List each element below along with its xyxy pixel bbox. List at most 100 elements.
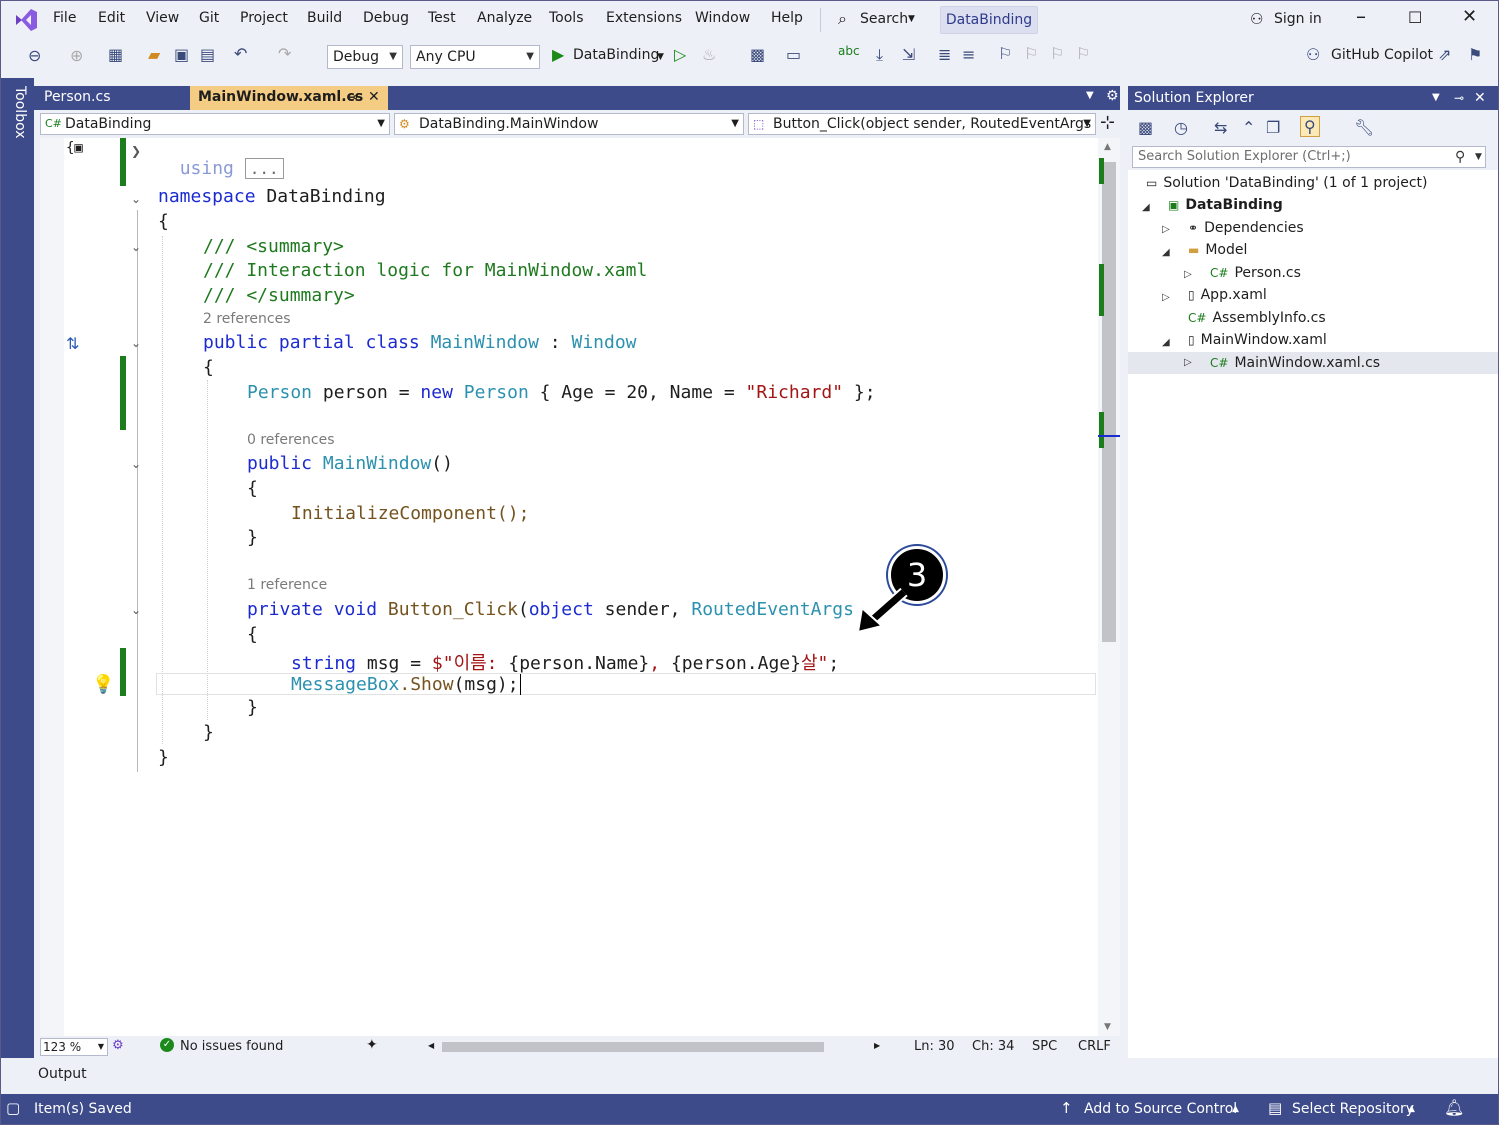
step-into-icon[interactable]: ⤓ bbox=[876, 45, 883, 65]
visual-studio-logo-icon[interactable] bbox=[12, 6, 40, 34]
horizontal-scrollbar-thumb[interactable] bbox=[442, 1042, 824, 1052]
feedback-icon[interactable]: ⚑ bbox=[1468, 45, 1482, 64]
menu-project[interactable]: Project bbox=[240, 10, 288, 26]
sign-in-link[interactable]: Sign in bbox=[1274, 11, 1322, 27]
menu-git[interactable]: Git bbox=[199, 10, 219, 26]
code-line[interactable]: } bbox=[158, 747, 169, 768]
open-folder-icon[interactable]: ▰ bbox=[148, 45, 160, 64]
implements-icon[interactable]: ⇅ bbox=[66, 334, 79, 353]
menu-extensions[interactable]: Extensions bbox=[606, 10, 682, 26]
new-project-icon[interactable]: ▦ bbox=[108, 45, 123, 64]
redo-icon[interactable]: ↷ bbox=[278, 44, 291, 63]
collapsed-region-marker[interactable]: ... bbox=[244, 158, 284, 179]
tree-item-project[interactable]: ▣ DataBinding bbox=[1168, 194, 1283, 216]
github-copilot-button[interactable]: GitHub Copilot bbox=[1331, 47, 1433, 63]
menu-view[interactable]: View bbox=[146, 10, 179, 26]
code-line-comment[interactable]: /// <summary> bbox=[203, 236, 344, 257]
solution-search-input[interactable]: Search Solution Explorer (Ctrl+;) ⚲ ▼ bbox=[1132, 146, 1486, 168]
collapse-chevron-icon[interactable]: ⌄ bbox=[131, 240, 141, 254]
code-line[interactable]: { bbox=[247, 478, 258, 499]
code-line[interactable]: { bbox=[247, 624, 258, 645]
properties-wrench-icon[interactable]: 🔧︎ bbox=[1354, 118, 1374, 137]
share-icon[interactable]: ⇗ bbox=[1438, 45, 1451, 64]
code-line-namespace[interactable]: namespace DataBinding bbox=[158, 186, 386, 207]
collapse-chevron-icon[interactable]: ⌄ bbox=[131, 603, 141, 617]
search-button[interactable]: ⌕ Search ▼ bbox=[832, 6, 928, 34]
output-window-icon[interactable]: ▢ bbox=[6, 1099, 20, 1117]
split-window-icon[interactable]: ⊹ bbox=[1100, 112, 1115, 133]
tree-item-dependencies[interactable]: ⚭ Dependencies bbox=[1188, 217, 1304, 239]
expanded-chevron-icon[interactable]: ◢ bbox=[1162, 337, 1170, 348]
solution-explorer-icon[interactable]: ▩ bbox=[750, 45, 765, 64]
chevron-down-icon[interactable]: ▼ bbox=[657, 52, 664, 62]
notifications-bell-icon[interactable]: 🔔︎ bbox=[1444, 1098, 1464, 1117]
code-map-icon[interactable]: {▣ bbox=[66, 140, 83, 156]
show-all-files-icon[interactable]: ❐ bbox=[1266, 118, 1280, 137]
platform-dropdown[interactable]: Any CPU ▼ bbox=[410, 45, 540, 69]
pin-icon[interactable]: ⊸ bbox=[348, 86, 358, 108]
hot-reload-icon[interactable]: ♨ bbox=[702, 45, 716, 64]
code-line[interactable]: } bbox=[247, 527, 258, 548]
close-window-icon[interactable]: ✕ bbox=[1462, 6, 1477, 27]
member-dropdown[interactable]: ⬚ Button_Click(object sender, RoutedEven… bbox=[748, 113, 1096, 135]
add-to-source-control-button[interactable]: Add to Source Control bbox=[1084, 1101, 1237, 1117]
start-without-debugging-icon[interactable]: ▷ bbox=[674, 45, 686, 64]
tree-item-app-xaml[interactable]: ▯ App.xaml bbox=[1188, 284, 1267, 306]
preview-selected-icon[interactable]: ⚲ bbox=[1300, 116, 1320, 137]
menu-window[interactable]: Window bbox=[695, 10, 750, 26]
spell-check-icon[interactable]: abc bbox=[838, 44, 860, 58]
zoom-dropdown[interactable]: 123 % ▼ bbox=[40, 1038, 108, 1056]
codelens-references[interactable]: 1 reference bbox=[247, 577, 327, 593]
menu-tools[interactable]: Tools bbox=[549, 10, 584, 26]
scroll-down-icon[interactable]: ▼ bbox=[1104, 1022, 1111, 1032]
sync-icon[interactable]: ⇆ bbox=[1214, 118, 1227, 137]
switch-views-icon[interactable]: ▩ bbox=[1138, 118, 1153, 137]
collapsed-chevron-icon[interactable]: ▷ bbox=[1162, 292, 1170, 303]
code-line-method[interactable]: private void Button_Click(object sender,… bbox=[247, 599, 854, 620]
save-icon[interactable]: ▣ bbox=[174, 45, 189, 64]
collapse-chevron-icon[interactable]: ⌄ bbox=[131, 336, 141, 350]
step-over-icon[interactable]: ⇲ bbox=[902, 45, 915, 64]
navigate-forward-icon[interactable]: ⊕ bbox=[70, 46, 83, 65]
issues-status[interactable]: No issues found bbox=[180, 1039, 283, 1054]
code-line-constructor[interactable]: public MainWindow() bbox=[247, 453, 453, 474]
right-arrow-icon[interactable]: ▶ bbox=[874, 1041, 880, 1050]
settings-gear-icon[interactable]: ⚙ bbox=[1106, 88, 1119, 104]
line-number[interactable]: Ln: 30 bbox=[914, 1039, 955, 1054]
start-target-label[interactable]: DataBinding bbox=[573, 47, 659, 63]
previous-bookmark-icon[interactable]: ⚐ bbox=[1024, 44, 1038, 63]
line-ending[interactable]: CRLF bbox=[1078, 1039, 1111, 1054]
tree-item-assemblyinfo[interactable]: C# AssemblyInfo.cs bbox=[1188, 307, 1326, 329]
pin-icon[interactable]: ⊸ bbox=[1454, 86, 1464, 110]
collapsed-chevron-icon[interactable]: ▷ bbox=[1184, 269, 1192, 280]
configuration-dropdown[interactable]: Debug ▼ bbox=[327, 45, 403, 69]
menu-build[interactable]: Build bbox=[307, 10, 342, 26]
collapse-chevron-icon[interactable]: ⌄ bbox=[131, 192, 141, 206]
tab-mainwindow-xaml-cs[interactable]: MainWindow.xaml.cs ⊸ ✕ bbox=[190, 86, 388, 110]
code-line[interactable]: { bbox=[158, 211, 169, 232]
code-line-field[interactable]: Person person = new Person { Age = 20, N… bbox=[247, 382, 876, 403]
menu-edit[interactable]: Edit bbox=[98, 10, 125, 26]
collapse-all-icon[interactable]: ⌃ bbox=[1242, 118, 1255, 137]
code-line[interactable]: } bbox=[203, 722, 214, 743]
menu-debug[interactable]: Debug bbox=[363, 10, 409, 26]
expand-chevron-icon[interactable]: ❯ bbox=[131, 144, 141, 158]
code-line-messagebox[interactable]: MessageBox.Show(msg); bbox=[291, 674, 521, 695]
code-line-class[interactable]: public partial class MainWindow : Window bbox=[203, 332, 637, 353]
code-line-comment[interactable]: /// </summary> bbox=[203, 285, 355, 306]
save-all-icon[interactable]: ▤ bbox=[200, 45, 215, 64]
tree-item-solution[interactable]: ▭ Solution 'DataBinding' (1 of 1 project) bbox=[1146, 172, 1427, 194]
uncomment-lines-icon[interactable]: ≡ bbox=[962, 45, 975, 64]
undo-icon[interactable]: ↶ bbox=[234, 44, 247, 63]
left-arrow-icon[interactable]: ◀ bbox=[428, 1041, 434, 1050]
whitespace-mode[interactable]: SPC bbox=[1032, 1039, 1057, 1054]
output-tab[interactable]: Output bbox=[38, 1066, 87, 1082]
code-line-call[interactable]: InitializeComponent(); bbox=[291, 503, 529, 524]
toolbox-tab[interactable]: Toolbox bbox=[8, 86, 28, 139]
expanded-chevron-icon[interactable]: ◢ bbox=[1162, 247, 1170, 258]
menu-file[interactable]: File bbox=[53, 10, 76, 26]
select-repository-button[interactable]: Select Repository bbox=[1292, 1101, 1414, 1117]
expanded-chevron-icon[interactable]: ◢ bbox=[1142, 202, 1150, 213]
column-number[interactable]: Ch: 34 bbox=[972, 1039, 1014, 1054]
close-tab-icon[interactable]: ✕ bbox=[368, 86, 380, 108]
